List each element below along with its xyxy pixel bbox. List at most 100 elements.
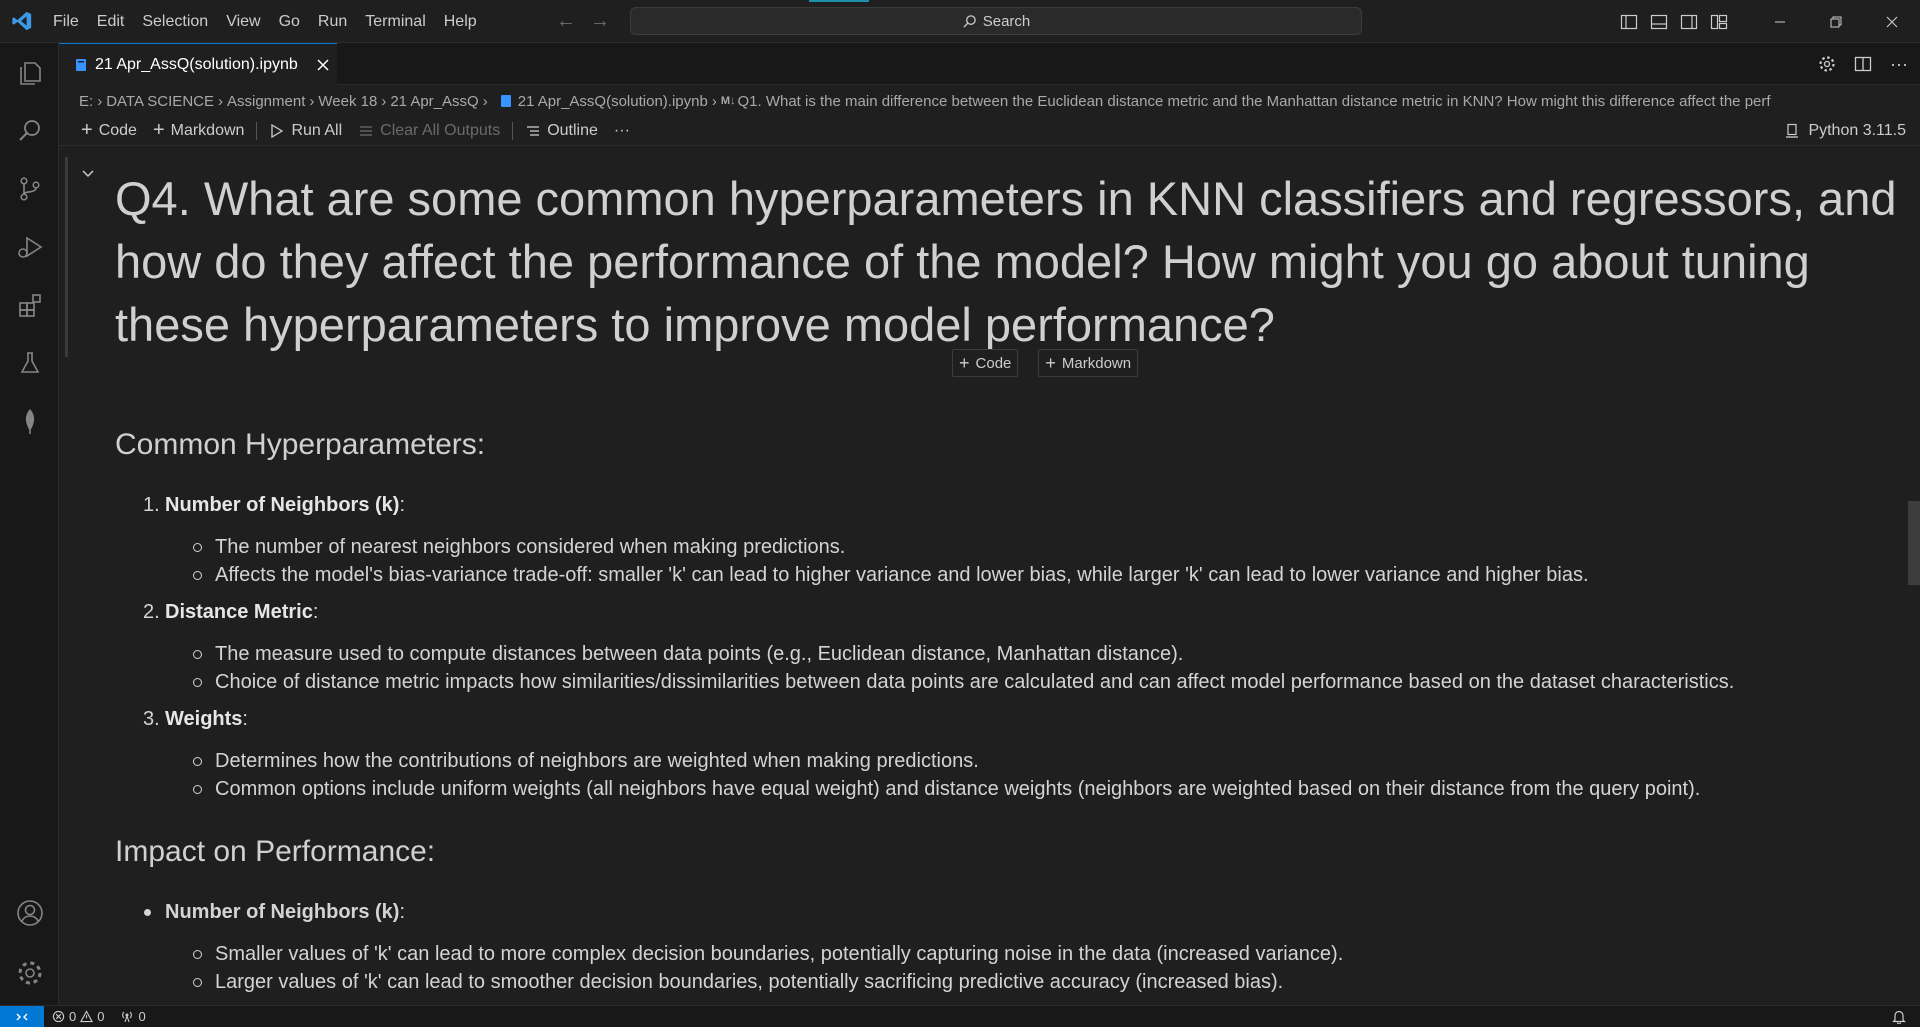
tab-notebook[interactable]: 21 Apr_AssQ(solution).ipynb (59, 43, 337, 85)
chevron-right-icon: › (482, 92, 488, 110)
manage-gear-icon[interactable] (0, 945, 59, 1001)
breadcrumb: E: › DATA SCIENCE › Assignment › Week 18… (59, 86, 1920, 116)
sub-list-item: Larger values of 'k' can lead to smoothe… (193, 968, 1905, 996)
chevron-right-icon: › (218, 92, 223, 110)
breadcrumb-folder-assignment[interactable]: Assignment (227, 93, 305, 110)
source-control-icon[interactable] (0, 161, 59, 217)
extensions-icon[interactable] (0, 277, 59, 333)
insert-code-cell-button[interactable]: + Code (952, 349, 1019, 377)
breadcrumb-folder-assq[interactable]: 21 Apr_AssQ (390, 93, 478, 110)
toolbar-divider (256, 121, 258, 140)
menu-go[interactable]: Go (270, 0, 309, 43)
editor-tab-bar: 21 Apr_AssQ(solution).ipynb ··· (59, 43, 1920, 85)
restore-button[interactable] (1808, 0, 1864, 43)
forward-arrow-icon[interactable]: → (590, 10, 610, 33)
customize-layout-icon[interactable] (1710, 13, 1728, 31)
breadcrumb-folder-data-science[interactable]: DATA SCIENCE (106, 93, 214, 110)
notebook-file-icon (76, 58, 86, 71)
plus-icon: + (81, 119, 93, 141)
toggle-panel-icon[interactable] (1650, 13, 1668, 31)
explorer-icon[interactable] (0, 45, 59, 101)
run-all-icon (271, 123, 284, 138)
error-icon (52, 1010, 65, 1023)
scrollbar-thumb[interactable] (1908, 501, 1920, 585)
kernel-picker[interactable]: Python 3.11.5 (1784, 116, 1906, 146)
plus-icon: + (152, 119, 165, 141)
add-code-cell-button[interactable]: + Code (73, 119, 145, 142)
warning-icon (80, 1010, 94, 1023)
sub-list-item: Affects the model's bias-variance trade-… (193, 561, 1905, 589)
menu-file[interactable]: File (44, 0, 88, 43)
menu-edit[interactable]: Edit (88, 0, 134, 43)
notifications-bell-icon[interactable] (1892, 1009, 1906, 1024)
remote-icon (16, 1013, 28, 1020)
sub-list-item: The number of nearest neighbors consider… (193, 533, 1905, 561)
cell-heading: Q4. What are some common hyperparameters… (115, 172, 1897, 351)
toggle-secondary-sidebar-icon[interactable] (1680, 13, 1698, 31)
clear-all-outputs-button[interactable]: Clear All Outputs (350, 122, 508, 140)
notebook-toolbar: + Code + Markdown Run All Clear All Output… (59, 116, 1920, 146)
list-item-label: Weights (165, 708, 243, 730)
breadcrumb-drive[interactable]: E: (79, 93, 93, 110)
account-icon[interactable] (0, 885, 59, 941)
markdown-cell[interactable]: Q4. What are some common hyperparameters… (115, 167, 1905, 356)
more-toolbar-actions-button[interactable]: ··· (606, 122, 638, 140)
insert-markdown-cell-button[interactable]: + Markdown (1038, 349, 1139, 377)
list-item: Number of Neighbors (k): (115, 898, 1905, 926)
broadcast-icon (122, 1011, 133, 1023)
menu-help[interactable]: Help (435, 0, 486, 43)
close-tab-icon[interactable] (316, 58, 330, 72)
list-number: 2. (143, 601, 160, 623)
list-number: 1. (143, 494, 160, 516)
settings-gear-icon[interactable] (1818, 55, 1836, 73)
testing-flask-icon[interactable] (0, 335, 59, 391)
outline-list-icon (527, 125, 540, 136)
list-item: 3. Weights: (115, 705, 1905, 733)
back-arrow-icon[interactable]: ← (556, 10, 576, 33)
breadcrumb-folder-week[interactable]: Week 18 (318, 93, 377, 110)
list-item: 2. Distance Metric: (115, 598, 1905, 626)
sub-list-item: Common options include uniform weights (… (193, 775, 1905, 803)
ports-indicator[interactable]: 0 (112, 1009, 153, 1024)
menu-run[interactable]: Run (309, 0, 356, 43)
problems-indicator[interactable]: 0 0 (44, 1009, 112, 1024)
outline-button[interactable]: Outline (517, 122, 606, 140)
run-debug-icon[interactable] (0, 219, 59, 275)
menu-view[interactable]: View (217, 0, 269, 43)
clear-outputs-icon (360, 125, 373, 136)
toolbar-divider (512, 121, 514, 140)
run-all-button[interactable]: Run All (261, 122, 350, 140)
chevron-right-icon: › (309, 92, 315, 110)
close-window-button[interactable] (1864, 0, 1920, 43)
minimize-button[interactable] (1752, 0, 1808, 43)
chevron-down-icon[interactable] (81, 169, 95, 179)
add-markdown-cell-button[interactable]: + Markdown (145, 119, 253, 142)
toggle-primary-sidebar-icon[interactable] (1620, 13, 1638, 31)
breadcrumb-file[interactable]: 21 Apr_AssQ(solution).ipynb (518, 93, 708, 110)
mongodb-leaf-icon[interactable] (0, 393, 59, 449)
list-item-label: Distance Metric (165, 601, 313, 623)
activity-bar (0, 43, 59, 1005)
chevron-right-icon: › (381, 92, 387, 110)
menu-terminal[interactable]: Terminal (356, 0, 434, 43)
split-editor-icon[interactable] (1854, 55, 1872, 73)
status-bar: 0 0 0 (0, 1005, 1920, 1027)
markdown-output: Common Hyperparameters: 1. Number of Neig… (115, 397, 1905, 996)
error-count: 0 (69, 1009, 77, 1024)
more-actions-icon[interactable]: ··· (1890, 54, 1908, 75)
command-center-search[interactable]: Search (630, 7, 1362, 35)
cell-focus-indicator (65, 157, 68, 357)
title-bar: File Edit Selection View Go Run Terminal… (0, 0, 1920, 43)
search-icon (963, 14, 976, 28)
remote-indicator-button[interactable] (0, 1005, 44, 1027)
search-view-icon[interactable] (0, 103, 59, 159)
chevron-right-icon: › (97, 92, 103, 110)
markdown-icon: M↓ (720, 95, 736, 107)
notebook-editor: Q4. What are some common hyperparameters… (59, 147, 1920, 1005)
sub-list-item: The measure used to compute distances be… (193, 640, 1905, 668)
menu-selection[interactable]: Selection (133, 0, 217, 43)
plus-icon: + (1045, 352, 1056, 373)
accent-strip (809, 0, 869, 2)
breadcrumb-cell[interactable]: Q1. What is the main difference between … (737, 93, 1770, 110)
list-item: 1. Number of Neighbors (k): (115, 491, 1905, 519)
